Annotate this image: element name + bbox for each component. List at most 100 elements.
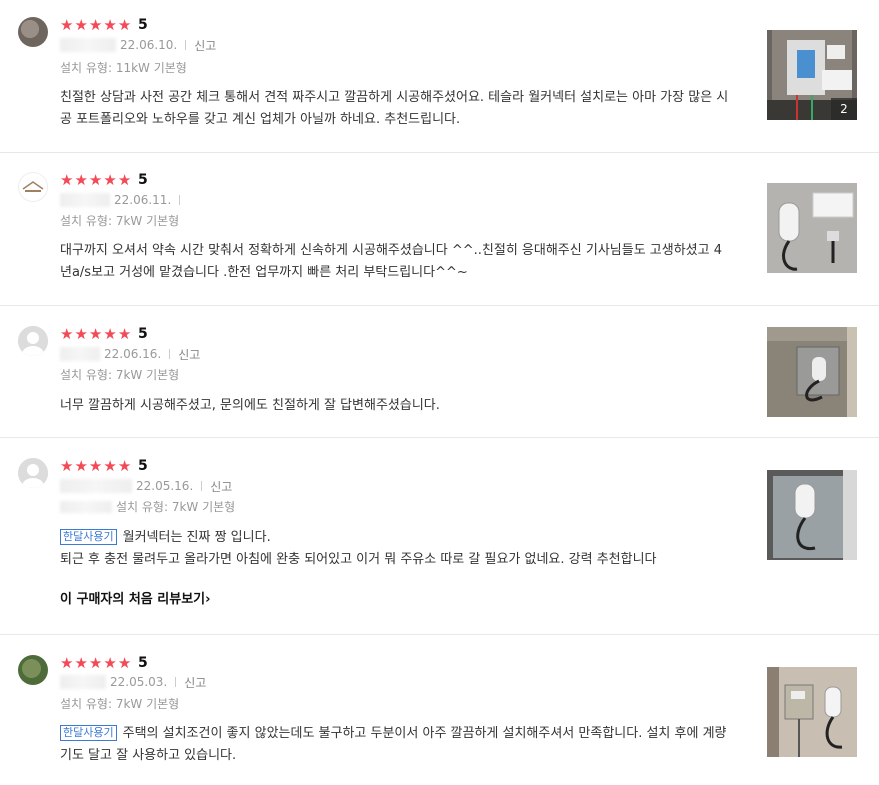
month-use-badge: 한달사용기 (60, 529, 117, 545)
company-logo-icon[interactable] (18, 172, 48, 202)
star-icon: ★ (103, 457, 117, 475)
month-use-badge: 한달사용기 (60, 725, 117, 741)
star-icon: ★ (117, 325, 132, 343)
star-icon: ★ (60, 457, 74, 475)
review-photo-thumbnail[interactable] (767, 470, 857, 560)
charger-photo-image (767, 667, 857, 757)
report-link[interactable]: 신고 (184, 674, 206, 691)
report-link[interactable]: 신고 (194, 37, 216, 54)
star-rating: ★ ★ ★ ★ ★ (60, 655, 131, 671)
review-item: ★ ★ ★ ★ ★ 5 22.05.03. 신고 설치 유형: 7kW 기본형 한달사용… (0, 635, 879, 785)
install-type: 설치 유형: 11kW 기본형 (60, 61, 187, 75)
star-icon: ★ (88, 457, 103, 475)
default-user-icon[interactable] (18, 458, 48, 488)
review-text[interactable]: 한달사용기 주택의 설치조건이 좋지 않았는데도 불구하고 두분이서 아주 깔끔하… (60, 723, 730, 767)
star-icon: ★ (117, 654, 132, 672)
rating-score: 5 (138, 172, 148, 188)
star-icon: ★ (60, 171, 74, 189)
user-photo-icon[interactable] (18, 655, 48, 685)
star-rating: ★ ★ ★ ★ ★ (60, 17, 131, 33)
masked-user-id (60, 193, 110, 207)
report-link[interactable]: 신고 (178, 346, 200, 363)
star-icon: ★ (60, 16, 74, 34)
star-rating: ★ ★ ★ ★ ★ (60, 172, 131, 188)
star-icon: ★ (74, 16, 88, 34)
install-type-text: 설치 유형: 7kW 기본형 (116, 500, 236, 514)
review-text-line-1: 월커넥터는 진짜 짱 입니다. (122, 530, 271, 545)
masked-user-id (60, 347, 100, 361)
review-date: 22.06.10. (120, 38, 178, 52)
review-meta: 22.06.16. 신고 (60, 346, 200, 362)
rating-score: 5 (138, 326, 148, 342)
photo-count-badge: 2 (831, 98, 857, 120)
review-photo-thumbnail[interactable] (767, 667, 857, 757)
divider (175, 677, 177, 687)
charger-photo-image (767, 327, 857, 417)
review-meta: 22.06.10. 신고 (60, 37, 216, 53)
review-meta: 22.06.11. (60, 192, 188, 208)
report-link[interactable]: 신고 (210, 478, 232, 495)
review-text[interactable]: 한달사용기 월커넥터는 진짜 짱 입니다. 퇴근 후 충전 물려두고 올라가면 아… (60, 527, 730, 571)
divider (201, 481, 203, 491)
review-date: 22.05.03. (110, 675, 168, 689)
review-item: ★ ★ ★ ★ ★ 5 22.06.11. 설치 유형: 7kW 기본형 대구까지 오셔… (0, 153, 879, 306)
star-icon: ★ (103, 325, 117, 343)
review-photo-thumbnail[interactable] (767, 327, 857, 417)
masked-user-id (60, 479, 132, 493)
star-icon: ★ (88, 16, 103, 34)
user-photo-icon[interactable] (18, 17, 48, 47)
first-review-link[interactable]: 이 구매자의 처음 리뷰보기› (60, 591, 211, 609)
divider (185, 40, 187, 50)
review-date: 22.06.11. (114, 193, 172, 207)
review-item: ★ ★ ★ ★ ★ 5 22.05.16. 신고 설치 유형: 7kW 기본형 한달사용… (0, 438, 879, 635)
review-text-content: 주택의 설치조건이 좋지 않았는데도 불구하고 두분이서 아주 깔끔하게 설치해… (60, 726, 727, 763)
review-text-line-2: 퇴근 후 충전 물려두고 올라가면 아침에 완충 되어있고 이거 뭐 주유소 따… (60, 552, 657, 567)
star-icon: ★ (103, 654, 117, 672)
star-icon: ★ (60, 325, 74, 343)
masked-user-id (60, 38, 116, 52)
masked-user-id (60, 675, 106, 689)
install-type: 설치 유형: 7kW 기본형 (60, 214, 180, 228)
review-date: 22.05.16. (136, 479, 194, 493)
review-date: 22.06.16. (104, 347, 162, 361)
install-type: 설치 유형: 7kW 기본형 (60, 697, 180, 711)
star-rating: ★ ★ ★ ★ ★ (60, 458, 131, 474)
rating-score: 5 (138, 458, 148, 474)
review-text[interactable]: 친절한 상담과 사전 공간 체크 통해서 견적 짜주시고 깔끔하게 시공해주셨어… (60, 87, 730, 131)
star-icon: ★ (60, 654, 74, 672)
divider (179, 195, 181, 205)
star-rating: ★ ★ ★ ★ ★ (60, 326, 131, 342)
star-icon: ★ (74, 325, 88, 343)
review-item: ★ ★ ★ ★ ★ 5 22.06.16. 신고 설치 유형: 7kW 기본형 너무 깔… (0, 306, 879, 438)
install-type: 설치 유형: 7kW 기본형 (60, 500, 235, 514)
review-item: ★ ★ ★ ★ ★ 5 22.06.10. 신고 설치 유형: 11kW 기본형 친절한… (0, 0, 879, 153)
chevron-right-icon: › (205, 592, 211, 607)
star-icon: ★ (103, 171, 117, 189)
first-review-link-label: 이 구매자의 처음 리뷰보기 (60, 592, 206, 607)
star-icon: ★ (74, 171, 88, 189)
masked-user-id (60, 501, 112, 513)
review-photo-thumbnail[interactable]: 2 (767, 30, 857, 120)
review-text-line: 한달사용기 월커넥터는 진짜 짱 입니다. (60, 527, 730, 549)
charger-photo-image (767, 470, 857, 560)
review-meta: 22.05.16. 신고 (60, 478, 232, 494)
star-icon: ★ (117, 16, 132, 34)
star-icon: ★ (117, 457, 132, 475)
rating-score: 5 (138, 655, 148, 671)
star-icon: ★ (88, 171, 103, 189)
divider (169, 349, 171, 359)
star-icon: ★ (103, 16, 117, 34)
star-icon: ★ (74, 654, 88, 672)
install-type: 설치 유형: 7kW 기본형 (60, 368, 180, 382)
star-icon: ★ (74, 457, 88, 475)
star-icon: ★ (88, 654, 103, 672)
review-meta: 22.05.03. 신고 (60, 674, 206, 690)
star-icon: ★ (117, 171, 132, 189)
review-photo-thumbnail[interactable] (767, 183, 857, 273)
review-text[interactable]: 너무 깔끔하게 시공해주셨고, 문의에도 친절하게 잘 답변해주셨습니다. (60, 395, 730, 417)
review-text[interactable]: 대구까지 오셔서 약속 시간 맞춰서 정확하게 신속하게 시공해주셨습니다 ^^… (60, 240, 730, 284)
star-icon: ★ (88, 325, 103, 343)
default-user-icon[interactable] (18, 326, 48, 356)
rating-score: 5 (138, 17, 148, 33)
charger-photo-image (767, 183, 857, 273)
